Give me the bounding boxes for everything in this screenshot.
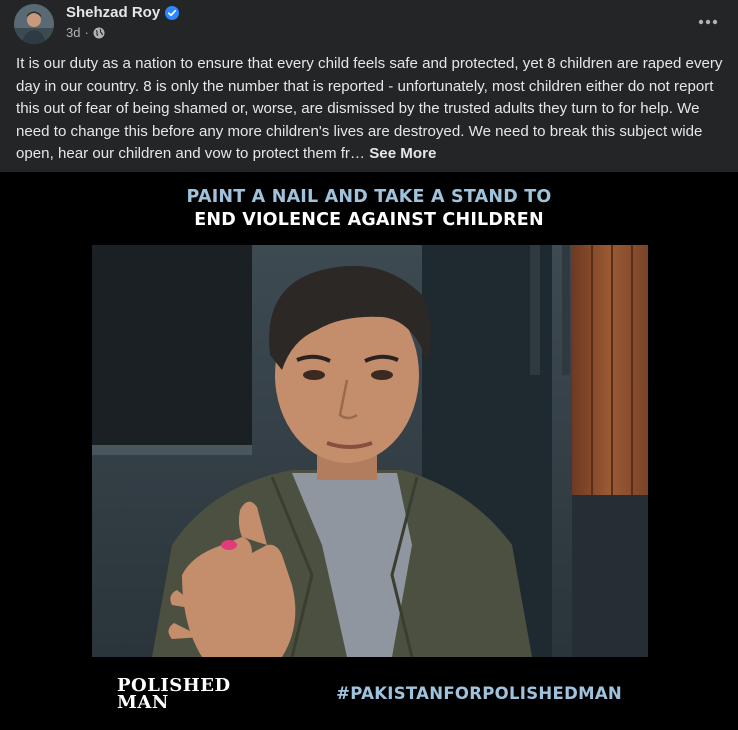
campaign-hashtag: #PAKISTANFORPOLISHEDMAN bbox=[336, 684, 622, 703]
media-photo bbox=[92, 245, 648, 657]
post-meta: 3d · bbox=[66, 25, 105, 40]
logo-line2: MAN bbox=[117, 692, 169, 713]
media-headline-line2: END VIOLENCE AGAINST CHILDREN bbox=[194, 210, 544, 230]
post-timestamp[interactable]: 3d bbox=[66, 25, 80, 40]
see-more-link[interactable]: See More bbox=[369, 145, 436, 162]
author-avatar[interactable] bbox=[14, 4, 54, 44]
globe-icon bbox=[93, 27, 105, 39]
meta-separator: · bbox=[84, 25, 89, 40]
post-media[interactable]: PAINT A NAIL AND TAKE A STAND TO END VIO… bbox=[0, 172, 738, 730]
media-headline-line1: PAINT A NAIL AND TAKE A STAND TO bbox=[186, 187, 552, 207]
post-body: It is our duty as a nation to ensure tha… bbox=[16, 53, 728, 166]
verified-badge-icon bbox=[165, 5, 180, 20]
author-name[interactable]: Shehzad Roy bbox=[66, 4, 160, 21]
man-portrait-illustration bbox=[92, 245, 648, 657]
author-row: Shehzad Roy bbox=[66, 4, 180, 21]
post-header: Shehzad Roy 3d · bbox=[0, 0, 738, 48]
more-options-button[interactable] bbox=[690, 8, 726, 36]
facebook-post: Shehzad Roy 3d · It is our duty as a nat… bbox=[0, 0, 738, 730]
avatar-image bbox=[14, 4, 54, 44]
polished-man-logo: POLISHED MAN bbox=[117, 677, 231, 713]
more-options-icon bbox=[698, 19, 718, 25]
